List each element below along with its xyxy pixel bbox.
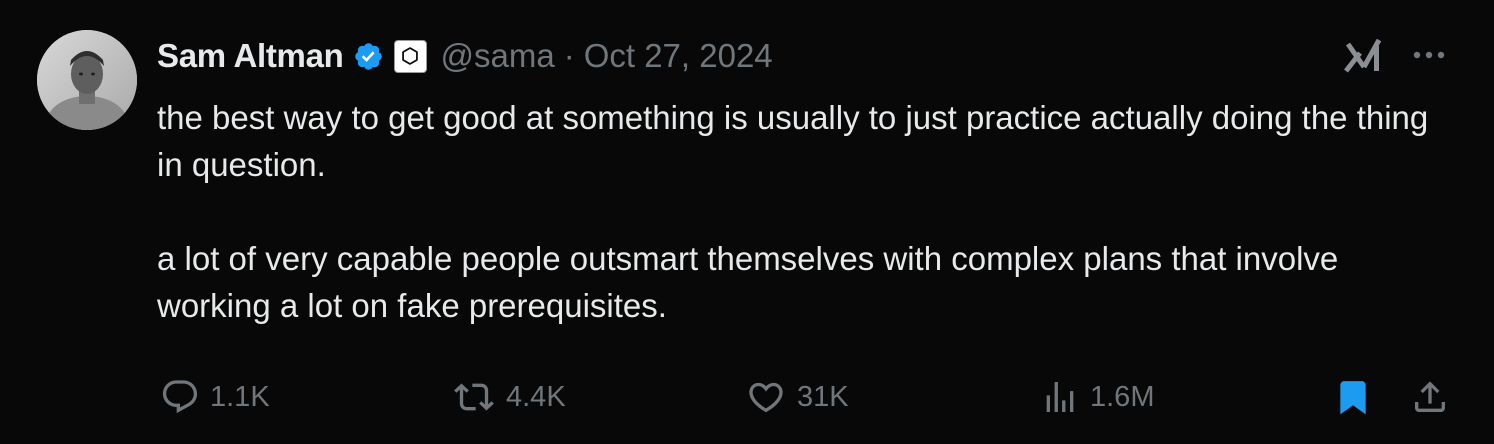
heart-icon	[749, 382, 783, 413]
reply-count: 1.1K	[210, 380, 270, 413]
post-paragraph: the best way to get good at something is…	[157, 99, 1429, 183]
post-header: Sam Altman @sama · Oct 27, 2024	[157, 34, 773, 78]
avatar[interactable]	[37, 30, 137, 130]
post-date[interactable]: Oct 27, 2024	[584, 37, 773, 75]
author-handle[interactable]: @sama	[441, 37, 555, 75]
openai-logo-icon[interactable]	[393, 39, 427, 73]
bookmark-icon	[1340, 381, 1366, 415]
repost-icon	[454, 383, 494, 411]
like-button[interactable]: 31K	[745, 372, 849, 422]
meta-separator: ·	[563, 37, 575, 74]
share-button[interactable]	[1410, 372, 1450, 422]
repost-count: 4.4K	[506, 380, 566, 413]
post-text: the best way to get good at something is…	[157, 94, 1457, 329]
grok-icon[interactable]	[1343, 36, 1385, 74]
post-paragraph: a lot of very capable people outsmart th…	[157, 240, 1339, 324]
bookmark-button[interactable]	[1334, 372, 1372, 422]
like-count: 31K	[797, 380, 849, 413]
share-icon	[1415, 381, 1445, 412]
reply-button[interactable]: 1.1K	[160, 372, 270, 422]
reply-icon	[162, 380, 198, 414]
tweet-card[interactable]: Sam Altman @sama · Oct 27, 2024 the best…	[0, 0, 1494, 444]
action-bar: 1.1K 4.4K 31K 1.6M	[0, 372, 1494, 422]
author-name[interactable]: Sam Altman	[157, 37, 344, 75]
views-count: 1.6M	[1090, 380, 1155, 413]
verified-checkmark-icon[interactable]	[353, 41, 384, 72]
more-dots-icon[interactable]	[1409, 38, 1449, 72]
views-button[interactable]: 1.6M	[1040, 372, 1154, 422]
repost-button[interactable]: 4.4K	[452, 372, 566, 422]
analytics-icon	[1046, 382, 1074, 412]
avatar-image	[37, 30, 137, 130]
